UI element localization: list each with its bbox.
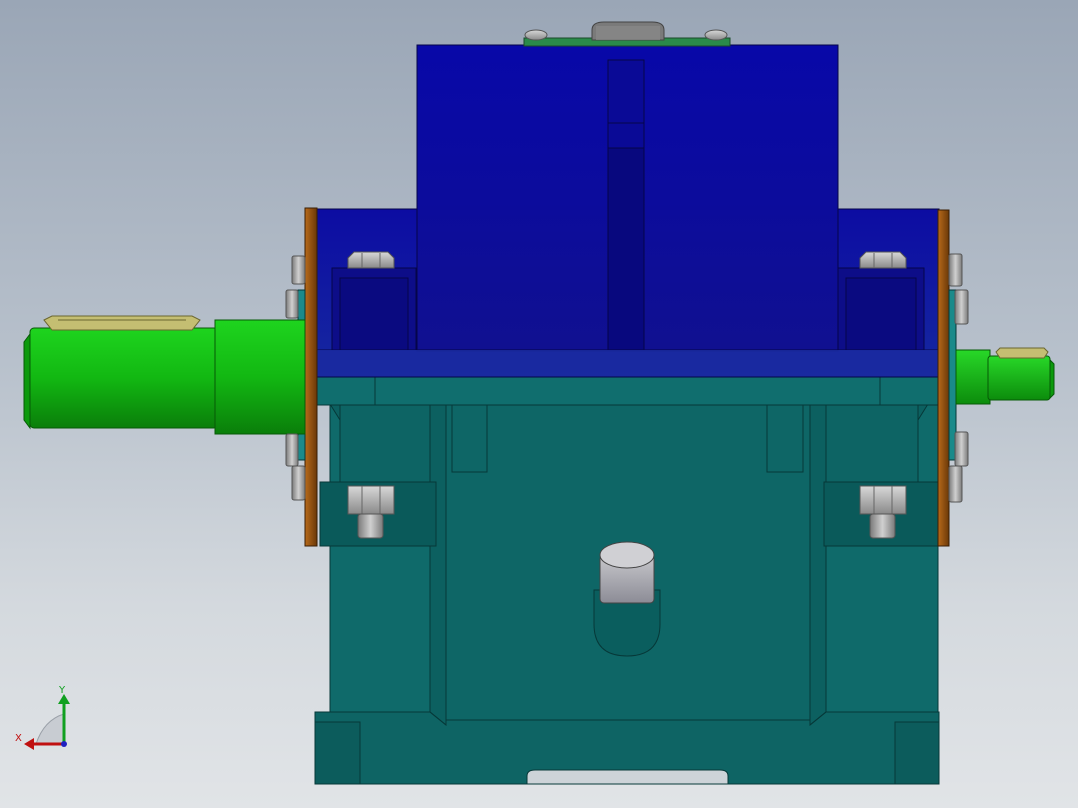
bolt-shank xyxy=(357,513,384,539)
base-foot-notch xyxy=(526,769,729,785)
vent-plug-knurl xyxy=(596,26,660,40)
input-shaft-chamfer xyxy=(23,332,31,430)
hex-bolt xyxy=(859,251,907,269)
base-top-flange xyxy=(316,374,940,406)
cover-right-seat-inner xyxy=(845,277,917,351)
hex-bolt xyxy=(524,29,548,41)
hex-bolt xyxy=(285,289,299,319)
hex-bolt xyxy=(704,29,728,41)
triad-plane xyxy=(35,713,65,745)
input-shaft-step xyxy=(214,319,306,435)
base-foot-left-pad xyxy=(314,721,361,785)
hex-bolt xyxy=(291,255,306,285)
flange-left-plate xyxy=(304,207,318,547)
base-foot-right-pad xyxy=(894,721,940,785)
triad-origin xyxy=(61,741,67,747)
output-shaft-step xyxy=(955,349,991,405)
input-shaft[interactable] xyxy=(23,315,306,435)
input-shaft-key xyxy=(43,315,201,331)
hex-bolt xyxy=(948,253,963,287)
x-axis-arrow xyxy=(24,738,34,750)
hex-bolt xyxy=(291,465,306,501)
hex-bolt xyxy=(954,289,969,325)
base-right-boss xyxy=(825,404,919,483)
housing-top-cover[interactable] xyxy=(316,37,940,378)
hex-bolt xyxy=(948,465,963,503)
cover-left-seat-inner xyxy=(339,277,409,351)
drain-plug-top xyxy=(599,541,655,569)
axis-y-label: Y xyxy=(59,685,66,696)
bolt-shank xyxy=(869,513,896,539)
output-shaft[interactable] xyxy=(955,347,1055,405)
flange-right-plate xyxy=(937,209,950,547)
cover-center-slot-lower xyxy=(607,147,645,351)
vent-plug[interactable] xyxy=(524,21,728,41)
hex-bolt-head xyxy=(859,485,907,515)
output-shaft-key xyxy=(995,347,1049,359)
cover-lip xyxy=(317,350,939,377)
gearbox-model[interactable] xyxy=(0,0,1078,808)
axis-x-label: X xyxy=(15,733,22,744)
output-shaft-chamfer xyxy=(1049,358,1055,400)
hex-bolt-head xyxy=(347,485,395,515)
output-shaft-main xyxy=(987,355,1051,401)
hex-bolt xyxy=(954,431,969,467)
hex-bolt xyxy=(285,433,299,467)
base-left-boss xyxy=(339,404,431,483)
drain-plug[interactable] xyxy=(593,541,661,657)
hex-bolt xyxy=(347,251,395,269)
input-shaft-main xyxy=(29,327,219,429)
orientation-triad: Y X xyxy=(12,686,78,752)
graphics-viewport[interactable]: Y X xyxy=(0,0,1078,808)
